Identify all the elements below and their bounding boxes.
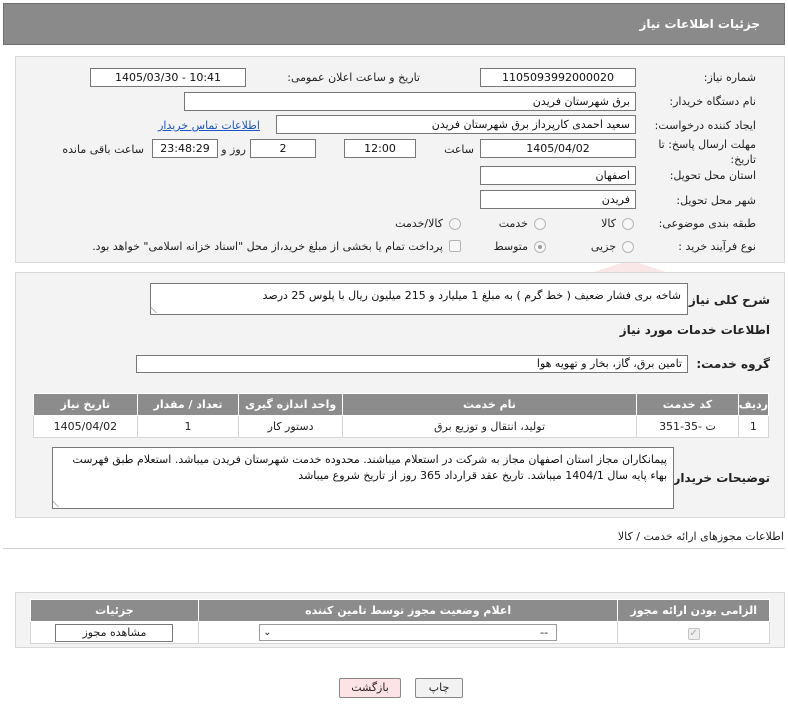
summary-text: شاخه بری فشار ضعیف ( خط گرم ) به مبلغ 1 … xyxy=(262,289,681,302)
print-button[interactable]: چاپ xyxy=(415,678,463,698)
permits-panel: الزامی بودن ارائه مجوز اعلام وضعیت مجوز … xyxy=(15,592,785,648)
resize-handle-icon[interactable] xyxy=(53,499,66,507)
days-field: 2 xyxy=(250,139,316,158)
cell-permit-status: -- ⌄ xyxy=(197,621,619,644)
col-need-date: تاریخ نیاز xyxy=(33,393,138,416)
page-title: جزئیات اطلاعات نیاز xyxy=(639,17,760,31)
deadline-label: مهلت ارسال پاسخ: تا تاریخ: xyxy=(658,138,756,166)
col-unit: واحد اندازه گیری xyxy=(238,393,343,416)
days-label: روز و xyxy=(221,143,246,156)
remaining-time-field: 23:48:29 xyxy=(152,139,218,158)
need-number-field: 1105093992000020 xyxy=(480,68,636,87)
cell-service-code: ت -35-351 xyxy=(636,415,739,438)
col-permit-status: اعلام وضعیت مجوز توسط تامین کننده xyxy=(197,599,619,622)
summary-label: شرح کلی نیاز: xyxy=(684,293,770,307)
remaining-label: ساعت باقی مانده xyxy=(62,143,144,156)
permit-status-value: -- xyxy=(540,626,549,639)
cell-permit-details: مشاهده مجوز xyxy=(30,621,199,644)
permits-table: الزامی بودن ارائه مجوز اعلام وضعیت مجوز … xyxy=(30,599,770,644)
city-label: شهر محل تحویل: xyxy=(676,194,756,207)
col-service-code: کد خدمت xyxy=(636,393,739,416)
purchase-type-label: نوع فرآیند خرید : xyxy=(678,240,756,253)
creator-field: سعید احمدی کارپرداز برق شهرستان فریدن xyxy=(276,115,636,134)
category-label: طبقه بندی موضوعی: xyxy=(658,217,756,230)
deadline-date-field: 1405/04/02 xyxy=(480,139,636,158)
back-button[interactable]: بازگشت xyxy=(339,678,401,698)
col-service-name: نام خدمت xyxy=(341,393,638,416)
province-label: استان محل تحویل: xyxy=(669,169,756,182)
cell-permit-required: ✓ xyxy=(617,621,770,644)
buyer-notes-text: پیمانکاران مجاز استان اصفهان مجاز به شرک… xyxy=(72,453,667,482)
services-section-title: اطلاعات خدمات مورد نیاز xyxy=(619,323,770,337)
services-table-header: ردیف کد خدمت نام خدمت واحد اندازه گیری ت… xyxy=(33,393,770,416)
cell-service-name: تولید، انتقال و توزیع برق xyxy=(341,415,638,438)
purchase-medium-label: متوسط xyxy=(493,240,528,253)
purchase-medium-radio[interactable] xyxy=(534,241,546,253)
time-label: ساعت xyxy=(444,143,474,156)
service-group-field: تامین برق، گاز، بخار و تهویه هوا xyxy=(136,355,688,373)
purchase-minor-label: جزیی xyxy=(590,240,616,253)
service-group-label: گروه خدمت: xyxy=(696,357,770,371)
cell-unit: دستور کار xyxy=(238,415,343,438)
permit-required-checkbox: ✓ xyxy=(687,627,700,640)
province-field: اصفهان xyxy=(480,166,636,185)
col-row-number: ردیف xyxy=(737,393,770,416)
buyer-org-field: برق شهرستان فریدن xyxy=(184,92,636,111)
buyer-notes-label: توضیحات خریدار: xyxy=(668,471,770,485)
table-row: ✓ -- ⌄ مشاهده مجوز xyxy=(30,621,770,644)
view-permit-button[interactable]: مشاهده مجوز xyxy=(55,623,174,642)
purchase-minor-radio[interactable] xyxy=(622,241,634,253)
category-service-radio[interactable] xyxy=(534,218,546,230)
permits-table-header: الزامی بودن ارائه مجوز اعلام وضعیت مجوز … xyxy=(30,599,770,622)
category-goods-service-label: کالا/خدمت xyxy=(395,217,443,230)
page-header: جزئیات اطلاعات نیاز xyxy=(3,3,785,45)
cell-row-number: 1 xyxy=(737,415,770,438)
category-service-label: خدمت xyxy=(498,217,528,230)
cell-quantity: 1 xyxy=(136,415,240,438)
buyer-org-label: نام دستگاه خریدار: xyxy=(669,95,756,108)
buyer-notes-textarea[interactable]: پیمانکاران مجاز استان اصفهان مجاز به شرک… xyxy=(52,447,674,509)
need-number-label: شماره نیاز: xyxy=(703,71,756,84)
col-permit-details: جزئیات xyxy=(30,599,199,622)
treasury-payment-checkbox[interactable] xyxy=(449,240,461,252)
permits-section-title: اطلاعات مجوزهای ارائه خدمت / کالا xyxy=(617,530,784,543)
need-info-panel: شماره نیاز: 1105093992000020 تاریخ و ساع… xyxy=(15,56,785,263)
treasury-payment-note: پرداخت تمام یا بخشی از مبلغ خرید،از محل … xyxy=(92,240,443,253)
category-goods-radio[interactable] xyxy=(622,218,634,230)
summary-textarea[interactable]: شاخه بری فشار ضعیف ( خط گرم ) به مبلغ 1 … xyxy=(150,283,688,315)
buyer-contact-link[interactable]: اطلاعات تماس خریدار xyxy=(158,119,260,132)
city-field: فریدن xyxy=(480,190,636,209)
services-table: ردیف کد خدمت نام خدمت واحد اندازه گیری ت… xyxy=(33,393,770,438)
need-details-panel: شرح کلی نیاز: شاخه بری فشار ضعیف ( خط گر… xyxy=(15,272,785,518)
table-row: 1 ت -35-351 تولید، انتقال و توزیع برق دس… xyxy=(33,415,770,438)
resize-handle-icon[interactable] xyxy=(151,305,164,313)
col-quantity: تعداد / مقدار xyxy=(136,393,240,416)
cell-need-date: 1405/04/02 xyxy=(33,415,138,438)
col-permit-required: الزامی بودن ارائه مجوز xyxy=(617,599,770,622)
announce-label: تاریخ و ساعت اعلان عمومی: xyxy=(287,71,420,84)
announce-field: 1405/03/30 - 10:41 xyxy=(90,68,246,87)
deadline-time-field: 12:00 xyxy=(344,139,416,158)
chevron-down-icon: ⌄ xyxy=(263,627,272,638)
permit-status-select[interactable]: -- ⌄ xyxy=(259,624,558,641)
creator-label: ایجاد کننده درخواست: xyxy=(654,119,756,132)
category-goods-label: کالا xyxy=(601,217,616,230)
category-goods-service-radio[interactable] xyxy=(449,218,461,230)
divider xyxy=(3,548,785,549)
